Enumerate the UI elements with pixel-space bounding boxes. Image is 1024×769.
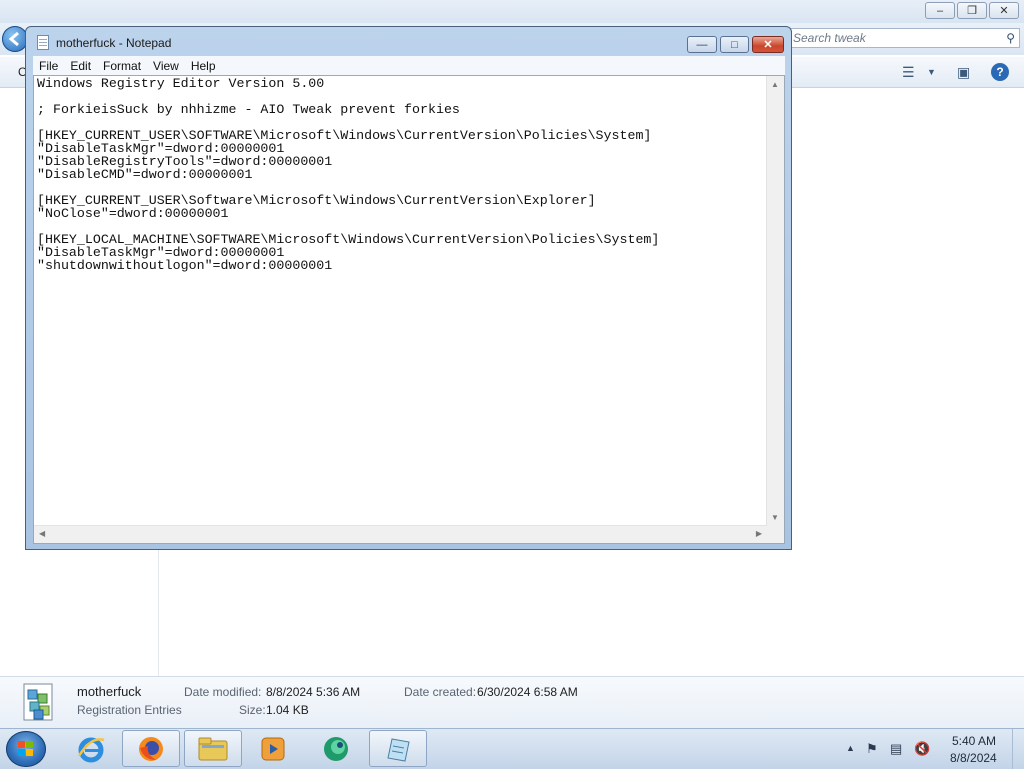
selected-file-type: Registration Entries xyxy=(77,703,182,717)
minimize-button[interactable]: — xyxy=(687,36,717,53)
menu-format[interactable]: Format xyxy=(97,59,147,73)
menu-help[interactable]: Help xyxy=(185,59,222,73)
explorer-close-button[interactable]: ✕ xyxy=(989,2,1019,19)
close-button[interactable]: ✕ xyxy=(752,36,784,53)
clock-time[interactable]: 5:40 AM xyxy=(952,734,996,748)
editor-text-content[interactable]: Windows Registry Editor Version 5.00 ; F… xyxy=(37,77,767,523)
window-title: motherfuck - Notepad xyxy=(56,36,172,50)
volume-muted-icon[interactable]: 🔇 xyxy=(914,741,930,757)
size-label: Size: xyxy=(239,703,266,717)
start-button[interactable] xyxy=(6,731,46,767)
taskbar: ▲ ⚑ ▤ 🔇 5:40 AM 8/8/2024 xyxy=(0,728,1024,769)
text-line[interactable]: "NoClose"=dword:00000001 xyxy=(37,207,767,220)
size-value: 1.04 KB xyxy=(266,703,309,717)
text-line[interactable]: ; ForkieisSuck by nhhizme - AIO Tweak pr… xyxy=(37,103,767,116)
horizontal-scrollbar[interactable]: ◀ ▶ xyxy=(34,525,767,543)
windows-logo-icon xyxy=(18,741,34,757)
date-created-value: 6/30/2024 6:58 AM xyxy=(477,685,578,699)
scroll-right-icon[interactable]: ▶ xyxy=(756,529,762,538)
search-icon[interactable]: ⚲ xyxy=(1006,29,1015,47)
green-globe-icon xyxy=(324,736,348,761)
notepad-window: motherfuck - Notepad — □ ✕ File Edit For… xyxy=(25,26,792,550)
date-modified-value: 8/8/2024 5:36 AM xyxy=(266,685,361,699)
view-options-icon[interactable]: ☰ xyxy=(902,64,915,81)
taskbar-media-player[interactable] xyxy=(244,730,302,767)
show-desktop-button[interactable] xyxy=(1012,729,1024,769)
scroll-left-icon[interactable]: ◀ xyxy=(39,529,45,538)
media-player-icon xyxy=(261,737,285,760)
explorer-restore-button[interactable]: ❐ xyxy=(957,2,987,19)
date-modified-label: Date modified: xyxy=(184,685,262,699)
clock-date[interactable]: 8/8/2024 xyxy=(950,751,997,765)
search-input[interactable]: Search tweak ⚲ xyxy=(784,28,1020,48)
details-pane: motherfuck Registration Entries Date mod… xyxy=(0,676,1024,729)
taskbar-internet-explorer[interactable] xyxy=(62,730,120,767)
text-line[interactable]: "DisableCMD"=dword:00000001 xyxy=(37,168,767,181)
show-hidden-icons[interactable]: ▲ xyxy=(846,743,855,753)
scroll-down-icon[interactable]: ▼ xyxy=(771,513,779,522)
menu-view[interactable]: View xyxy=(147,59,185,73)
folder-icon xyxy=(198,737,228,760)
taskbar-green-app[interactable] xyxy=(307,730,365,767)
firefox-icon xyxy=(139,736,163,761)
scroll-up-icon[interactable]: ▲ xyxy=(771,80,779,89)
internet-explorer-icon xyxy=(77,737,105,762)
vertical-scrollbar[interactable]: ▲ ▼ xyxy=(766,76,784,526)
help-icon[interactable]: ? xyxy=(991,63,1009,81)
taskbar-file-explorer[interactable] xyxy=(184,730,242,767)
taskbar-notepad[interactable] xyxy=(369,730,427,767)
menu-file[interactable]: File xyxy=(33,59,64,73)
text-line[interactable]: "shutdownwithoutlogon"=dword:00000001 xyxy=(37,259,767,272)
menu-bar: File Edit Format View Help xyxy=(33,56,785,75)
registry-file-icon xyxy=(23,683,53,721)
text-editor[interactable]: Windows Registry Editor Version 5.00 ; F… xyxy=(33,75,785,544)
text-line[interactable]: Windows Registry Editor Version 5.00 xyxy=(37,77,767,90)
network-icon[interactable]: ▤ xyxy=(890,741,902,757)
chevron-down-icon[interactable]: ▼ xyxy=(927,67,936,77)
taskbar-firefox[interactable] xyxy=(122,730,180,767)
date-created-label: Date created: xyxy=(404,685,477,699)
size-grip[interactable] xyxy=(767,526,784,543)
notepad-icon xyxy=(387,737,410,762)
explorer-minimize-button[interactable]: – xyxy=(925,2,955,19)
maximize-button[interactable]: □ xyxy=(720,36,749,53)
selected-file-name: motherfuck xyxy=(77,684,142,699)
menu-edit[interactable]: Edit xyxy=(64,59,97,73)
action-center-flag-icon[interactable]: ⚑ xyxy=(866,741,878,757)
preview-pane-icon[interactable]: ▣ xyxy=(957,64,970,81)
notepad-icon xyxy=(37,35,49,50)
